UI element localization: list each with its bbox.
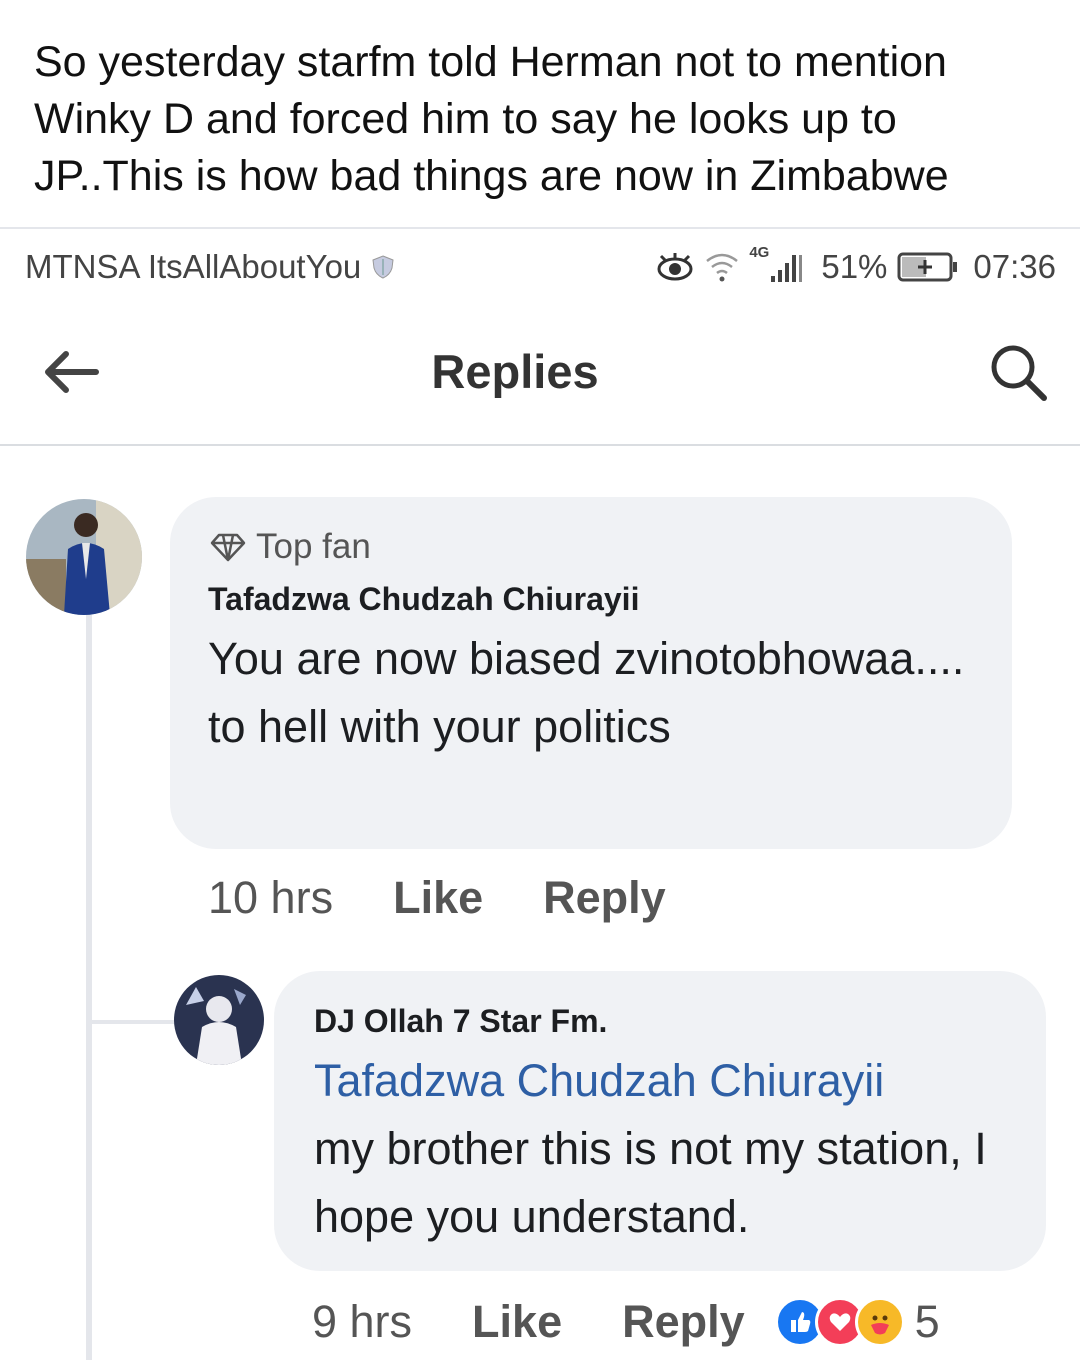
- battery-charging-icon: [897, 252, 958, 282]
- reaction-count: 5: [914, 1296, 940, 1347]
- avatar[interactable]: [174, 975, 264, 1065]
- reply-button[interactable]: Reply: [622, 1296, 745, 1348]
- thread-branch: [86, 1020, 176, 1024]
- battery-percentage: 51%: [821, 248, 888, 285]
- shield-icon: [372, 255, 394, 279]
- profile-photo-icon: [174, 975, 264, 1065]
- comment-text: Tafadzwa Chudzah Chiurayii my brother thi…: [314, 1047, 1024, 1251]
- like-button[interactable]: Like: [393, 872, 483, 924]
- clock: 07:36: [973, 248, 1056, 285]
- comment-bubble: Top fan Tafadzwa Chudzah Chiurayii You a…: [170, 497, 1012, 849]
- status-icons: 4G 51% 07:36: [655, 244, 1056, 286]
- page-title: Replies: [431, 345, 599, 398]
- eye-comfort-icon: [657, 253, 693, 281]
- search-icon[interactable]: [986, 340, 1052, 406]
- comment-timestamp[interactable]: 10 hrs: [208, 872, 333, 924]
- badge-label: Top fan: [256, 527, 371, 566]
- caption-divider: [0, 227, 1080, 229]
- carrier-name: MTNSA ItsAllAboutYou: [25, 248, 362, 285]
- comment-body: my brother this is not my station, I hop…: [314, 1123, 987, 1242]
- reply-button[interactable]: Reply: [543, 872, 666, 924]
- comment-author[interactable]: Tafadzwa Chudzah Chiurayii: [208, 581, 639, 618]
- signal-indicator: 4G: [749, 244, 809, 284]
- signal-bars-icon: [771, 255, 803, 282]
- reaction-summary[interactable]: 5: [774, 1296, 940, 1348]
- like-button[interactable]: Like: [472, 1296, 562, 1348]
- care-reaction-icon: [854, 1297, 905, 1347]
- comment-bubble: DJ Ollah 7 Star Fm. Tafadzwa Chudzah Chi…: [274, 971, 1046, 1271]
- replies-header: Replies: [0, 300, 1080, 446]
- mention-link[interactable]: Tafadzwa Chudzah Chiurayii: [314, 1055, 884, 1106]
- post-caption: So yesterday starfm told Herman not to m…: [34, 38, 949, 200]
- comment-timestamp[interactable]: 9 hrs: [312, 1296, 412, 1348]
- comment-actions: 9 hrs Like Reply 5: [312, 1296, 940, 1348]
- avatar[interactable]: [26, 499, 142, 615]
- profile-photo-icon: [26, 499, 142, 615]
- top-fan-badge: Top fan: [210, 527, 371, 567]
- carrier-info: MTNSA ItsAllAboutYou: [25, 248, 397, 286]
- status-bar: MTNSA ItsAllAboutYou 4G 51% 07:36: [0, 232, 1080, 300]
- wifi-icon: [706, 253, 739, 282]
- comment-author[interactable]: DJ Ollah 7 Star Fm.: [314, 1003, 607, 1040]
- comment-actions: 10 hrs Like Reply: [208, 872, 666, 924]
- comment-text: You are now biased zvinotobhowaa.... to …: [208, 633, 965, 752]
- thread-line: [86, 612, 92, 1360]
- diamond-icon: [210, 533, 246, 562]
